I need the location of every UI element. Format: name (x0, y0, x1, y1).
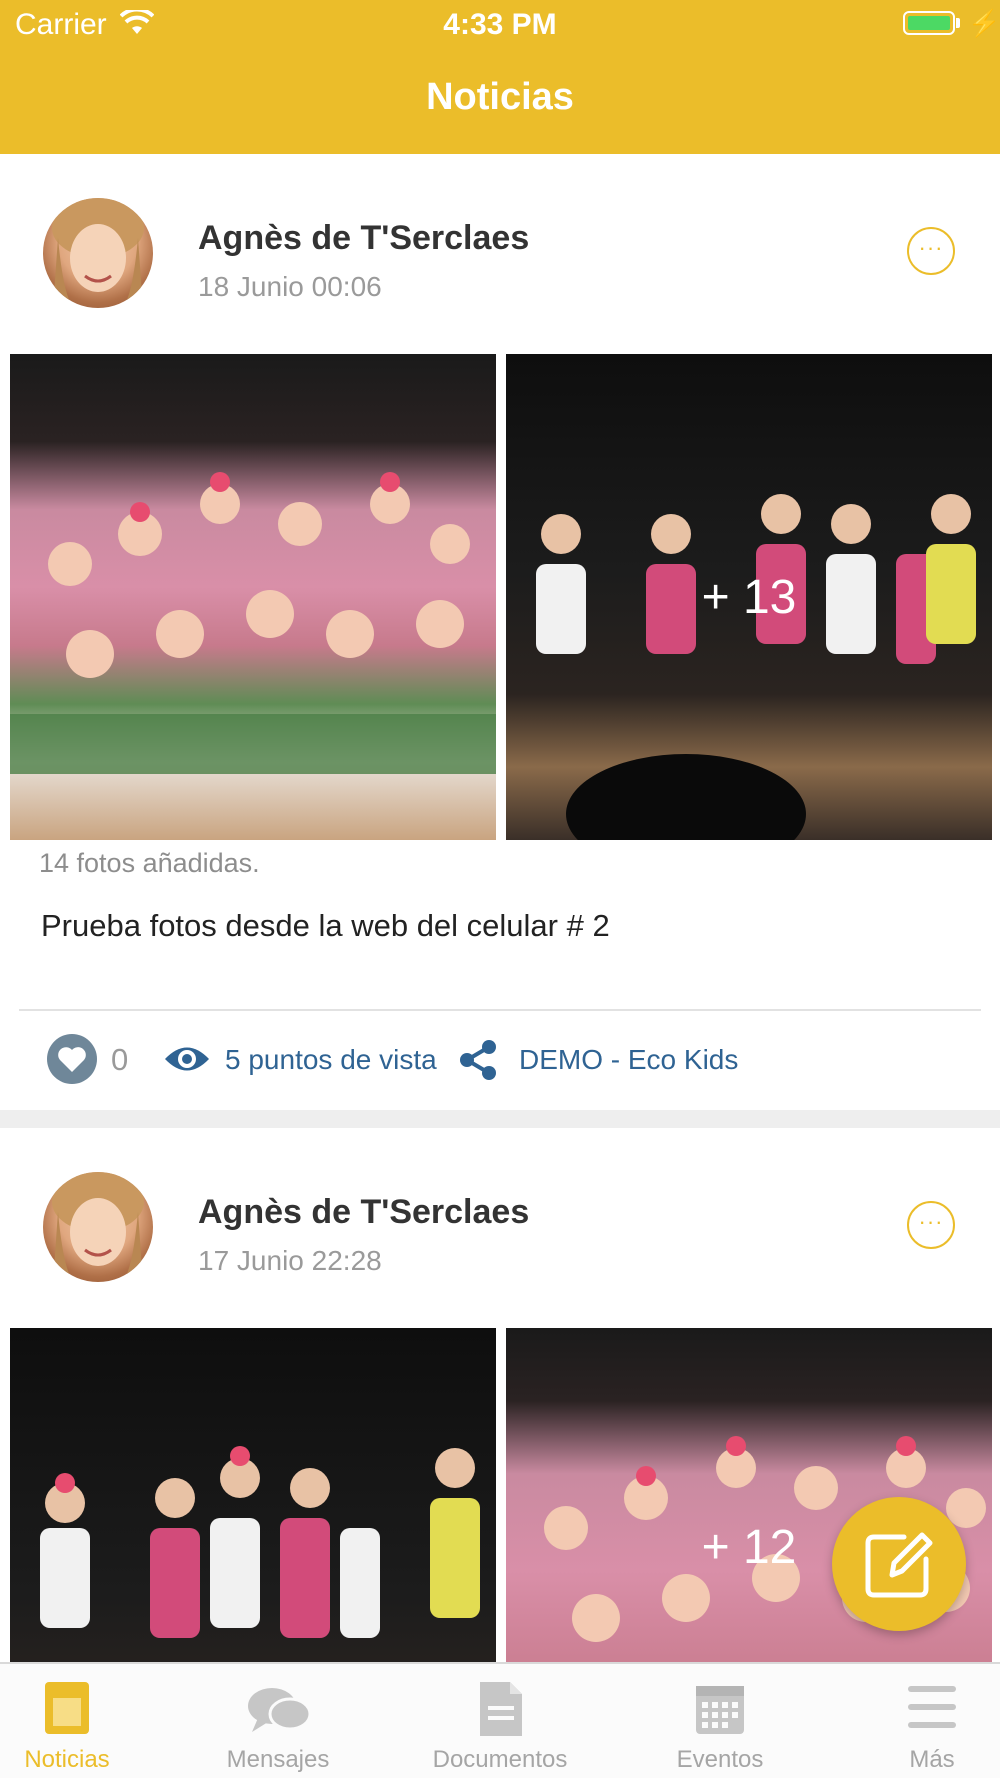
author-avatar[interactable] (43, 198, 153, 308)
post-separator (0, 1110, 1000, 1128)
views-link[interactable]: 5 puntos de vista (225, 1044, 437, 1076)
tab-label: Mensajes (226, 1746, 330, 1773)
like-count: 0 (111, 1042, 129, 1077)
news-icon (45, 1682, 89, 1734)
divider (19, 1009, 981, 1011)
author-avatar[interactable] (43, 1172, 153, 1282)
more-photos-count: + 13 (701, 570, 797, 624)
author-name[interactable]: Agnès de T'Serclaes (198, 1193, 529, 1232)
app-header: Carrier 4:33 PM ⚡ Noticias (0, 0, 1000, 154)
document-icon (480, 1682, 522, 1736)
battery-tip (956, 18, 960, 28)
page-title: Noticias (426, 76, 574, 118)
photo-thumbnail[interactable] (10, 1328, 496, 1662)
photos-added-label: 14 fotos añadidas. (39, 848, 260, 878)
tab-label: Más (909, 1746, 955, 1773)
photo-thumbnail[interactable] (10, 354, 496, 840)
like-button[interactable] (47, 1034, 97, 1084)
tab-noticias[interactable]: Noticias (0, 1664, 167, 1780)
school-link[interactable]: DEMO - Eco Kids (519, 1044, 738, 1076)
more-options-button[interactable]: ··· (907, 1201, 955, 1249)
tab-bar: Noticias Mensajes Documentos Eventos Más (0, 1662, 1000, 1778)
tab-label: Documentos (432, 1746, 568, 1773)
battery-icon (903, 11, 955, 35)
post-date: 18 Junio 00:06 (198, 271, 382, 302)
tab-mensajes[interactable]: Mensajes (178, 1664, 378, 1780)
post-actions: 0 5 puntos de vista DEMO - Eco Kids (0, 1030, 1000, 1090)
author-name[interactable]: Agnès de T'Serclaes (198, 219, 529, 258)
status-time: 4:33 PM (443, 8, 557, 41)
charging-icon: ⚡ (968, 8, 1000, 38)
tab-label: Eventos (676, 1746, 764, 1773)
heart-icon (58, 1047, 86, 1072)
eye-icon (165, 1047, 209, 1071)
calendar-icon (696, 1686, 744, 1734)
edit-icon (865, 1532, 933, 1598)
tab-label: Noticias (24, 1746, 110, 1773)
compose-button[interactable] (832, 1497, 966, 1631)
more-options-button[interactable]: ··· (907, 227, 955, 275)
post-caption: Prueba fotos desde la web del celular # … (41, 908, 610, 943)
messages-icon (248, 1688, 312, 1732)
share-icon (460, 1040, 496, 1080)
status-bar: Carrier 4:33 PM ⚡ (0, 0, 1000, 50)
tab-mas[interactable]: Más (832, 1664, 1000, 1780)
post-date: 17 Junio 22:28 (198, 1245, 382, 1276)
tab-eventos[interactable]: Eventos (620, 1664, 820, 1780)
tab-documentos[interactable]: Documentos (400, 1664, 600, 1780)
news-post: Agnès de T'Serclaes 18 Junio 00:06 ··· +… (0, 154, 1000, 1110)
photo-thumbnail-more[interactable]: + 13 (506, 354, 992, 840)
photo-grid: + 13 (0, 354, 1000, 840)
menu-icon (908, 1686, 956, 1728)
